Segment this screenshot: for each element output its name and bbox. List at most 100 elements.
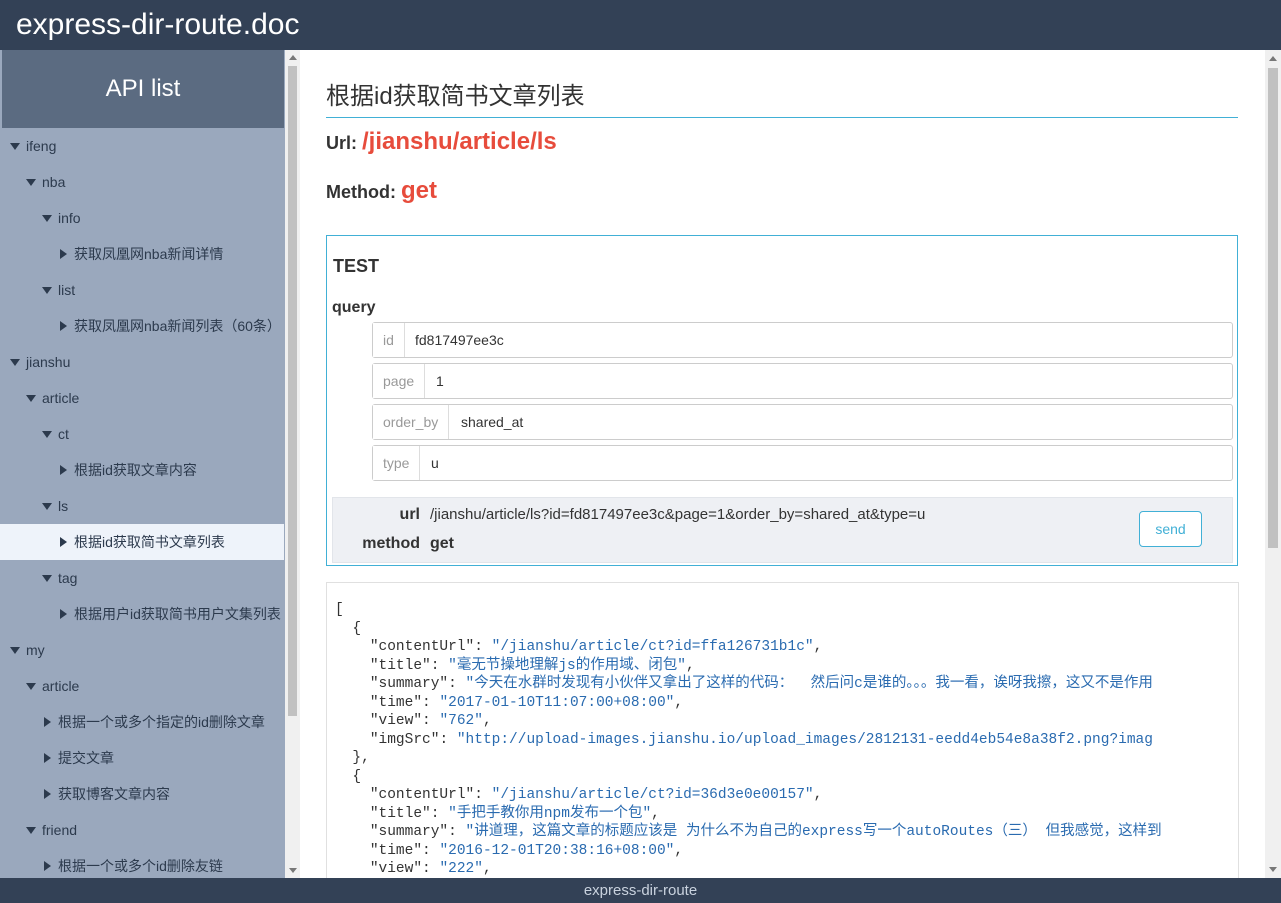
json-string: "今天在水群时发现有小伙伴又拿出了这样的代码： 然后问c是谁的。。。我一看，诶呀… [465,676,1153,692]
sidebar-scroll-thumb[interactable] [288,66,297,716]
main-content: 根据id获取简书文章列表 Url: /jianshu/article/ls Me… [300,50,1265,878]
response-panel: [ { "contentUrl": "/jianshu/article/ct?i… [326,582,1239,878]
request-url-key: url [399,506,420,523]
caret-down-icon [10,647,20,654]
json-punct: , [651,805,660,822]
sidebar-folder-item[interactable]: tag [0,560,284,596]
caret-right-icon [44,717,51,727]
scroll-up-arrow-icon[interactable] [289,55,297,60]
json-punct: [ [335,602,344,618]
field-label-page: page [373,364,426,398]
field-value-page[interactable]: 1 [436,364,444,398]
sidebar-api-item[interactable]: 根据用户id获取简书用户文集列表 [0,596,284,632]
sidebar-folder-item[interactable]: article [0,668,284,704]
sidebar-item-label: friend [42,822,78,838]
sidebar-api-item[interactable]: 获取凤凰网nba新闻列表（60条） [0,308,284,344]
response-line: "imgSrc": "http://upload-images.jianshu.… [335,731,1162,750]
json-string: "/jianshu/article/ct?id=ffa126731b1c" [491,639,814,655]
sidebar-item-label: article [42,678,80,694]
field-value-type[interactable]: u [431,446,439,480]
sidebar-folder-item[interactable]: jianshu [0,344,284,380]
sidebar-api-item[interactable]: 获取凤凰网nba新闻详情 [0,236,284,272]
json-punct: : [430,805,449,822]
caret-right-icon [60,249,67,259]
caret-down-icon [42,503,52,510]
sidebar-folder-item[interactable]: list [0,272,284,308]
app-title: express-dir-route.doc [16,8,300,41]
json-punct: : [448,676,466,692]
sidebar-item-label: tag [58,570,78,586]
sidebar-api-item[interactable]: 提交文章 [0,740,284,776]
caret-down-icon [26,683,36,690]
sidebar-api-item[interactable]: 根据id获取简书文章列表 [0,524,284,560]
field-value-order-by[interactable]: shared_at [461,405,523,439]
caret-right-icon [44,789,51,799]
request-summary: url /jianshu/article/ls?id=fd817497ee3c&… [332,497,1233,563]
json-key: "view" [369,861,423,877]
json-punct: , [813,787,823,803]
json-punct: : [474,639,492,655]
sidebar-folder-item[interactable]: ifeng [0,128,284,164]
method-label: Method: [326,182,396,202]
response-line: "summary": "讲道理，这篇文章的标题应该是 为什么不为自己的expre… [335,823,1162,842]
sidebar-item-label: 获取凤凰网nba新闻详情 [74,246,224,262]
response-line: { [335,620,1162,639]
request-method-key: method [362,535,420,552]
json-punct: { [335,768,362,785]
sidebar-folder-item[interactable]: friend [0,812,284,848]
response-line: }, [335,749,1162,768]
json-string: "http://upload-images.jianshu.io/upload_… [456,731,1153,748]
caret-down-icon [42,575,52,582]
sidebar-item-label: 根据用户id获取简书用户文集列表 [74,606,281,622]
sidebar-item-label: 提交文章 [58,750,114,766]
query-field-id[interactable]: id fd817497ee3c [372,322,1233,358]
sidebar-folder-item[interactable]: ct [0,416,284,452]
json-string: "/jianshu/article/ct?id=36d3e0e00157" [491,787,814,803]
json-string: "毫无节操地理解js的作用域、闭包" [448,657,686,674]
sidebar-scrollbar[interactable] [285,50,300,878]
json-punct: : [474,787,492,803]
query-field-type[interactable]: type u [372,445,1233,481]
json-key: "summary" [369,824,449,840]
caret-down-icon [42,431,52,438]
sidebar-item-label: 根据一个或多个id删除友链 [58,858,223,874]
sidebar-folder-item[interactable]: article [0,380,284,416]
json-punct [335,732,370,748]
json-punct: { [335,620,362,637]
json-punct [335,676,370,692]
caret-right-icon [44,861,51,871]
caret-down-icon [10,359,20,366]
caret-right-icon [60,465,67,475]
caret-down-icon [26,395,36,402]
url-row: Url: /jianshu/article/ls [326,128,557,156]
scroll-down-arrow-icon[interactable] [1269,867,1277,872]
response-line: "view": "222", [335,860,1162,878]
field-label-order-by: order_by [373,405,450,439]
sidebar-folder-item[interactable]: my [0,632,284,668]
scroll-up-arrow-icon[interactable] [1269,56,1277,61]
sidebar-item-label: nba [42,174,66,190]
main-scrollbar[interactable] [1265,50,1281,878]
main-scroll-thumb[interactable] [1268,68,1278,548]
sidebar-item-label: info [58,210,81,226]
sidebar-folder-item[interactable]: ls [0,488,284,524]
json-punct [335,843,370,859]
query-field-order-by[interactable]: order_by shared_at [372,404,1233,440]
caret-down-icon [10,143,20,150]
query-field-page[interactable]: page 1 [372,363,1233,399]
sidebar-api-item[interactable]: 根据一个或多个id删除友链 [0,848,284,878]
json-key: "time" [369,842,423,859]
page-title: 根据id获取简书文章列表 [326,76,1238,118]
sidebar-api-item[interactable]: 根据id获取文章内容 [0,452,284,488]
json-string: "762" [439,713,483,729]
send-button[interactable]: send [1139,511,1202,547]
sidebar-api-item[interactable]: 获取博客文章内容 [0,776,284,812]
scroll-down-arrow-icon[interactable] [289,868,297,873]
caret-right-icon [60,321,67,331]
sidebar-api-item[interactable]: 根据一个或多个指定的id删除文章 [0,704,284,740]
field-value-id[interactable]: fd817497ee3c [415,323,504,357]
sidebar-folder-item[interactable]: info [0,200,284,236]
sidebar-folder-item[interactable]: nba [0,164,284,200]
response-line: [ [335,601,1162,620]
json-punct: , [685,657,695,674]
